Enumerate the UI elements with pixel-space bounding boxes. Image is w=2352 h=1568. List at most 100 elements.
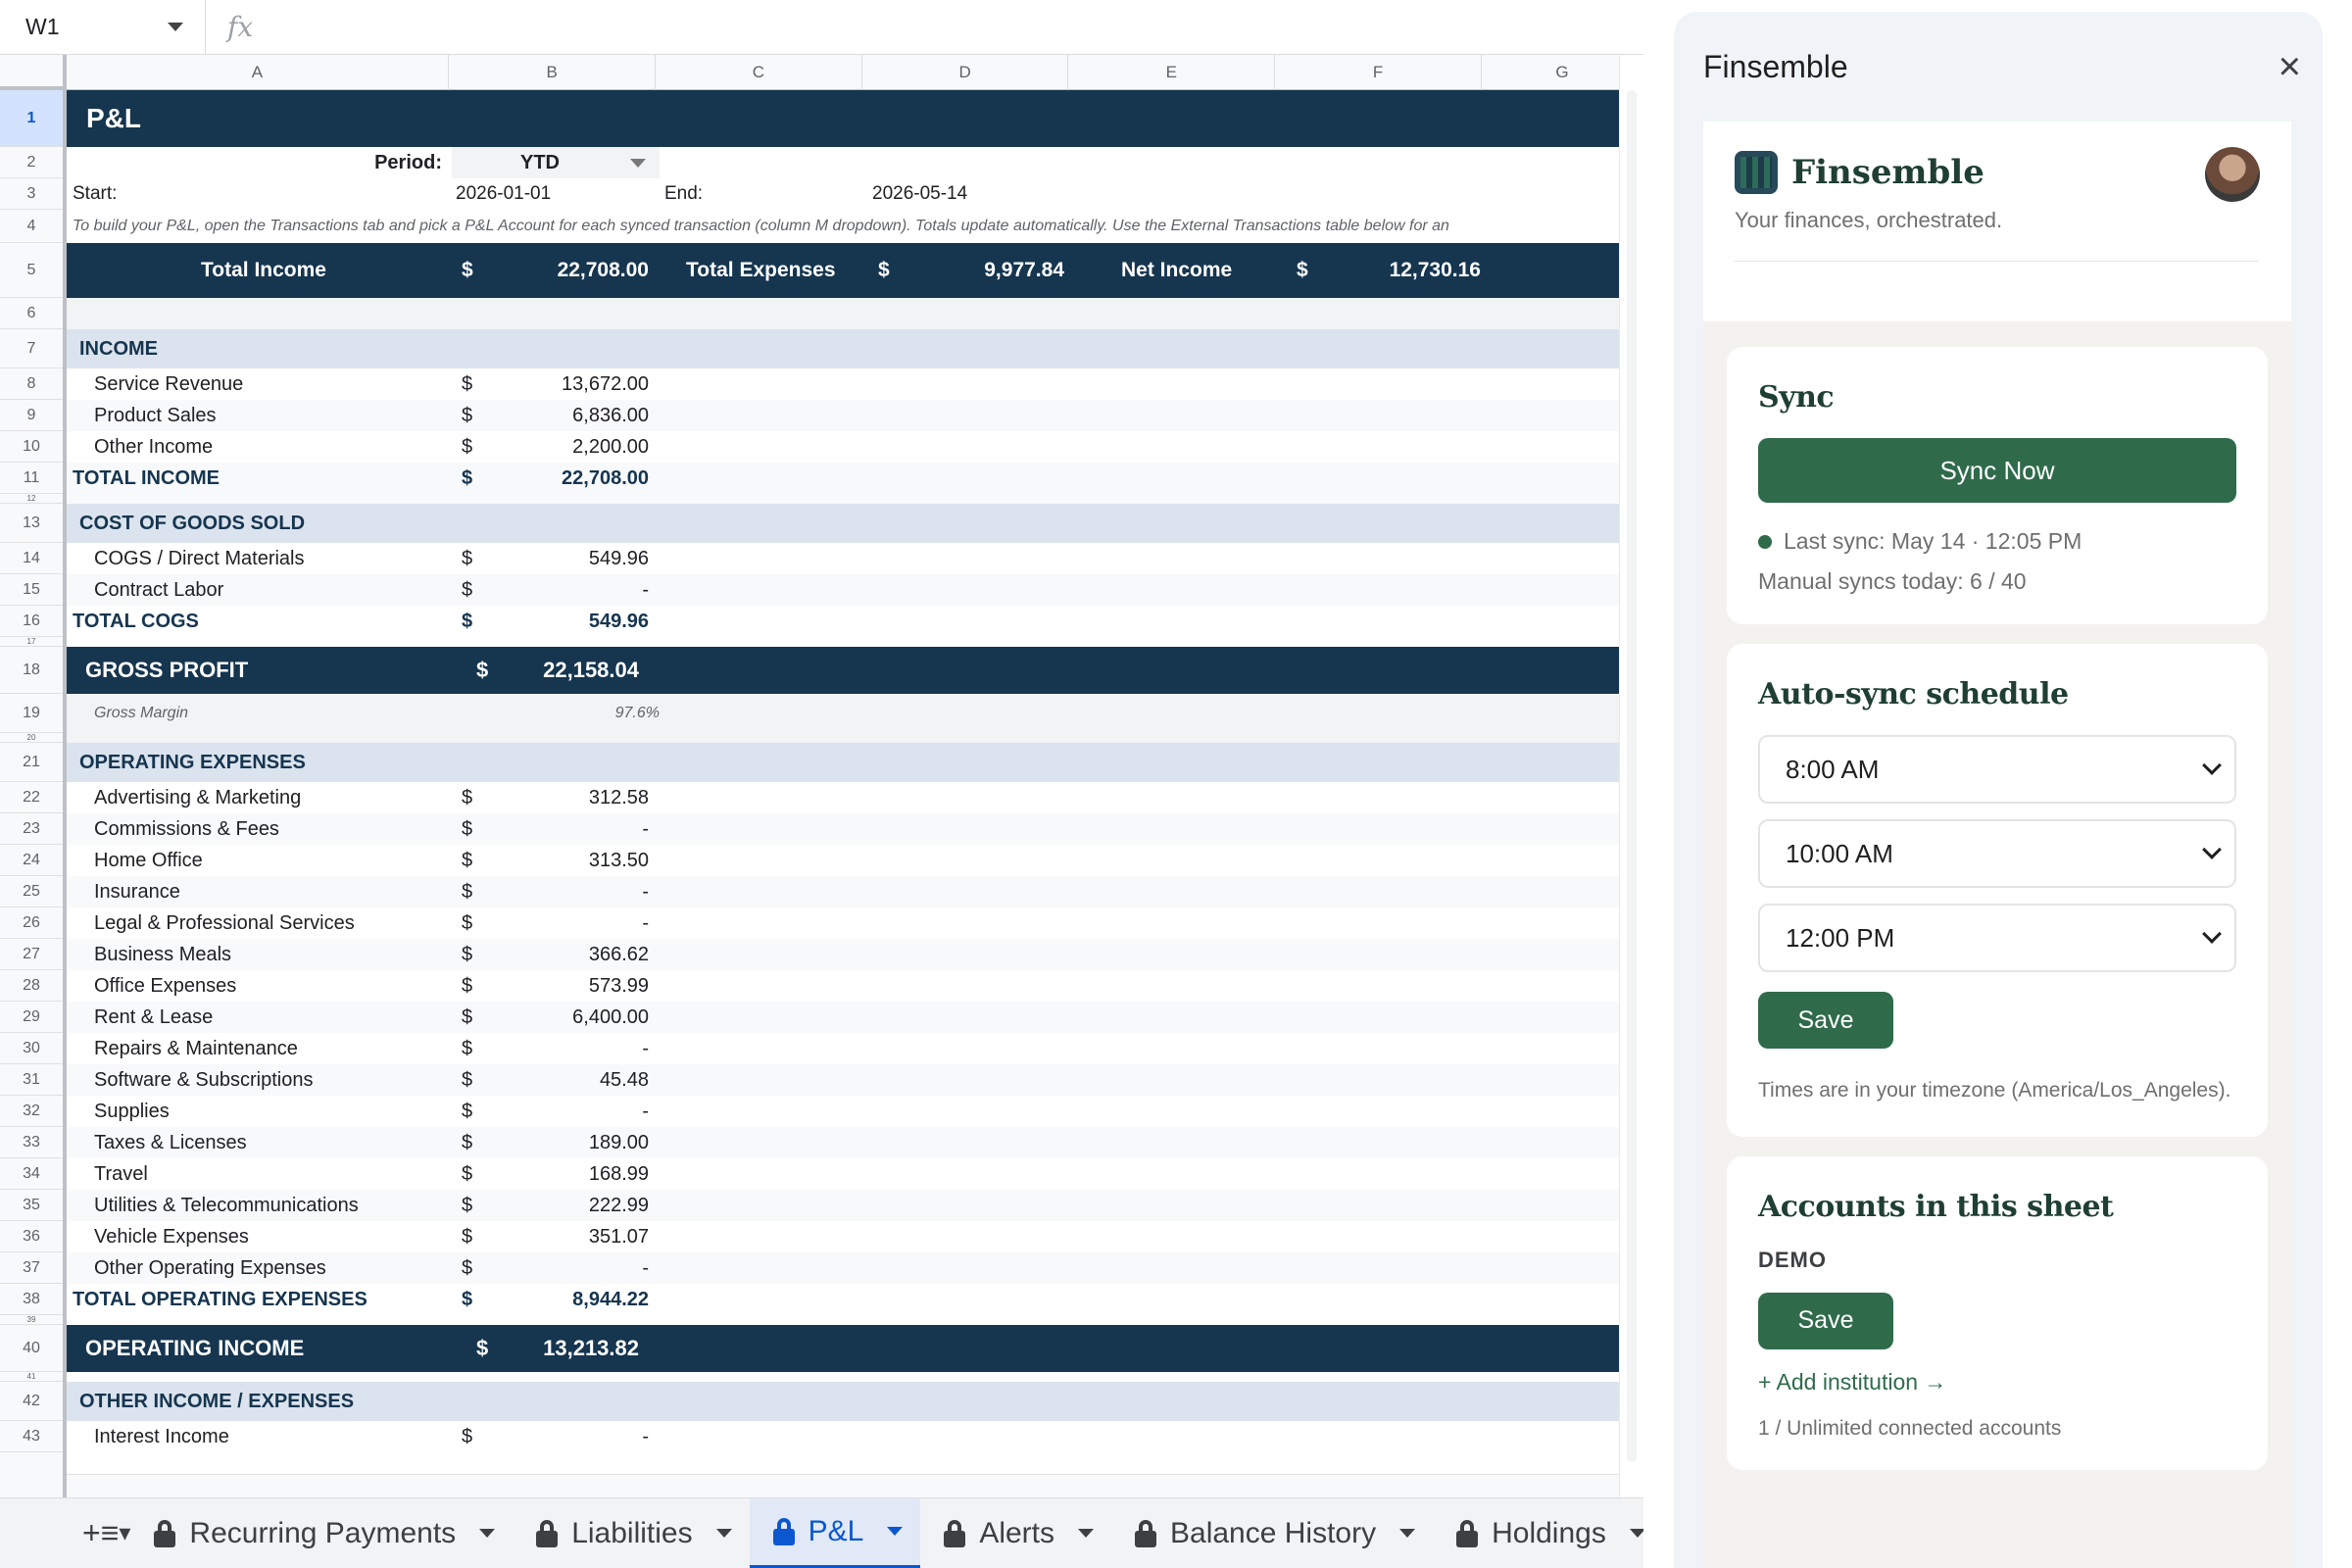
- row-header[interactable]: 19: [0, 694, 63, 733]
- chevron-down-icon[interactable]: [1629, 1529, 1643, 1538]
- table-row[interactable]: Home Office $ 313.50: [67, 845, 1619, 876]
- row-header[interactable]: 31: [0, 1064, 63, 1096]
- row-header[interactable]: 12: [0, 494, 63, 504]
- spacer-row[interactable]: [67, 637, 1619, 647]
- chevron-down-icon[interactable]: [168, 23, 183, 31]
- chevron-down-icon[interactable]: [479, 1529, 496, 1538]
- row-header[interactable]: 14: [0, 543, 63, 574]
- close-icon[interactable]: ×: [2278, 45, 2301, 89]
- instructions-row[interactable]: To build your P&L, open the Transactions…: [67, 210, 1619, 243]
- period-dropdown[interactable]: YTD: [452, 147, 660, 178]
- horizontal-scrollbar[interactable]: [67, 1474, 1619, 1497]
- table-row[interactable]: Taxes & Licenses $ 189.00: [67, 1127, 1619, 1158]
- row-header[interactable]: 29: [0, 1002, 63, 1033]
- blank-row[interactable]: [67, 298, 1619, 329]
- row-header[interactable]: 37: [0, 1252, 63, 1284]
- auto-sync-time-3[interactable]: 12:00 PM: [1758, 904, 2236, 972]
- row-header[interactable]: 15: [0, 574, 63, 606]
- row-header[interactable]: 18: [0, 647, 63, 694]
- table-row[interactable]: Other Operating Expenses $ -: [67, 1252, 1619, 1284]
- row-header[interactable]: 42: [0, 1382, 63, 1421]
- table-row[interactable]: Contract Labor $ -: [67, 574, 1619, 606]
- sheet-list-chevron-icon[interactable]: ▾: [119, 1498, 130, 1568]
- column-header-e[interactable]: E: [1068, 55, 1276, 90]
- row-header[interactable]: 27: [0, 939, 63, 970]
- chevron-down-icon[interactable]: [1078, 1529, 1094, 1538]
- spacer-row[interactable]: [67, 733, 1619, 743]
- table-row[interactable]: Supplies $ -: [67, 1096, 1619, 1127]
- row-header[interactable]: 3: [0, 178, 63, 210]
- table-row[interactable]: COGS / Direct Materials $ 549.96: [67, 543, 1619, 574]
- column-header-d[interactable]: D: [862, 55, 1069, 90]
- subtotal-row[interactable]: TOTAL OPERATING EXPENSES $ 8,944.22: [67, 1284, 1619, 1315]
- add-institution-link[interactable]: + Add institution →: [1758, 1369, 2236, 1396]
- spacer-row[interactable]: [67, 494, 1619, 504]
- sync-now-button[interactable]: Sync Now: [1758, 438, 2236, 503]
- tab-p-and-l[interactable]: P&L: [749, 1498, 921, 1568]
- table-row[interactable]: Vehicle Expenses $ 351.07: [67, 1221, 1619, 1252]
- row-header[interactable]: 32: [0, 1096, 63, 1127]
- table-row[interactable]: Commissions & Fees $ -: [67, 813, 1619, 845]
- spacer-row[interactable]: [67, 1372, 1619, 1382]
- auto-sync-time-1[interactable]: 8:00 AM: [1758, 735, 2236, 804]
- other-header-row[interactable]: OTHER INCOME / EXPENSES: [67, 1382, 1619, 1421]
- row-header[interactable]: 36: [0, 1221, 63, 1252]
- subtotal-row[interactable]: TOTAL COGS $ 549.96: [67, 606, 1619, 637]
- row-header[interactable]: 39: [0, 1315, 63, 1325]
- table-row[interactable]: Office Expenses $ 573.99: [67, 970, 1619, 1002]
- row-header[interactable]: 16: [0, 606, 63, 637]
- gross-margin-row[interactable]: Gross Margin 97.6%: [67, 694, 1619, 733]
- gross-profit-row[interactable]: GROSS PROFIT $ 22,158.04: [67, 647, 1619, 694]
- row-header[interactable]: 43: [0, 1421, 63, 1452]
- table-row[interactable]: Software & Subscriptions $ 45.48: [67, 1064, 1619, 1096]
- column-header-c[interactable]: C: [656, 55, 862, 90]
- add-sheet-button[interactable]: +: [82, 1498, 101, 1568]
- tab-alerts[interactable]: Alerts: [920, 1498, 1111, 1568]
- table-row[interactable]: Travel $ 168.99: [67, 1158, 1619, 1190]
- table-row[interactable]: Service Revenue $ 13,672.00: [67, 368, 1619, 400]
- row-header[interactable]: 33: [0, 1127, 63, 1158]
- row-header[interactable]: 1: [0, 90, 63, 147]
- row-header[interactable]: 2: [0, 147, 63, 178]
- column-header-b[interactable]: B: [449, 55, 657, 90]
- table-row[interactable]: Insurance $ -: [67, 876, 1619, 907]
- spacer-row[interactable]: [67, 1315, 1619, 1325]
- row-header[interactable]: 28: [0, 970, 63, 1002]
- row-header[interactable]: 17: [0, 637, 63, 647]
- row-header[interactable]: 4: [0, 210, 63, 243]
- chevron-down-icon[interactable]: [1399, 1529, 1416, 1538]
- opex-header-row[interactable]: OPERATING EXPENSES: [67, 743, 1619, 782]
- column-header-f[interactable]: F: [1275, 55, 1482, 90]
- name-box[interactable]: W1: [0, 0, 206, 55]
- row-header[interactable]: 25: [0, 876, 63, 907]
- title-row[interactable]: P&L: [67, 90, 1619, 147]
- table-row[interactable]: Repairs & Maintenance $ -: [67, 1033, 1619, 1064]
- avatar[interactable]: [2205, 147, 2260, 202]
- tab-liabilities[interactable]: Liabilities: [513, 1498, 749, 1568]
- row-header[interactable]: 21: [0, 743, 63, 782]
- sidebar-content[interactable]: Finsemble Your finances, orchestrated. S…: [1703, 122, 2291, 1568]
- tab-holdings[interactable]: Holdings: [1433, 1498, 1643, 1568]
- auto-sync-time-2[interactable]: 10:00 AM: [1758, 819, 2236, 888]
- row-header[interactable]: 6: [0, 298, 63, 329]
- table-row[interactable]: Rent & Lease $ 6,400.00: [67, 1002, 1619, 1033]
- chevron-down-icon[interactable]: [715, 1529, 732, 1538]
- row-header[interactable]: 11: [0, 463, 63, 494]
- operating-income-row[interactable]: OPERATING INCOME $ 13,213.82: [67, 1325, 1619, 1372]
- row-header[interactable]: 7: [0, 329, 63, 368]
- chevron-down-icon[interactable]: [887, 1527, 904, 1536]
- row-header[interactable]: 8: [0, 368, 63, 400]
- row-header[interactable]: 26: [0, 907, 63, 939]
- period-row[interactable]: Period: YTD: [67, 147, 1619, 178]
- start-date[interactable]: 2026-01-01: [456, 178, 551, 210]
- column-header-a[interactable]: A: [67, 55, 450, 90]
- table-row[interactable]: Advertising & Marketing $ 312.58: [67, 782, 1619, 813]
- table-row[interactable]: Business Meals $ 366.62: [67, 939, 1619, 970]
- end-date[interactable]: 2026-05-14: [872, 178, 967, 210]
- row-header[interactable]: 13: [0, 504, 63, 543]
- table-row[interactable]: Legal & Professional Services $ -: [67, 907, 1619, 939]
- table-row[interactable]: Interest Income $ -: [67, 1421, 1619, 1452]
- row-header[interactable]: 24: [0, 845, 63, 876]
- row-header[interactable]: 10: [0, 431, 63, 463]
- row-header[interactable]: 41: [0, 1372, 63, 1382]
